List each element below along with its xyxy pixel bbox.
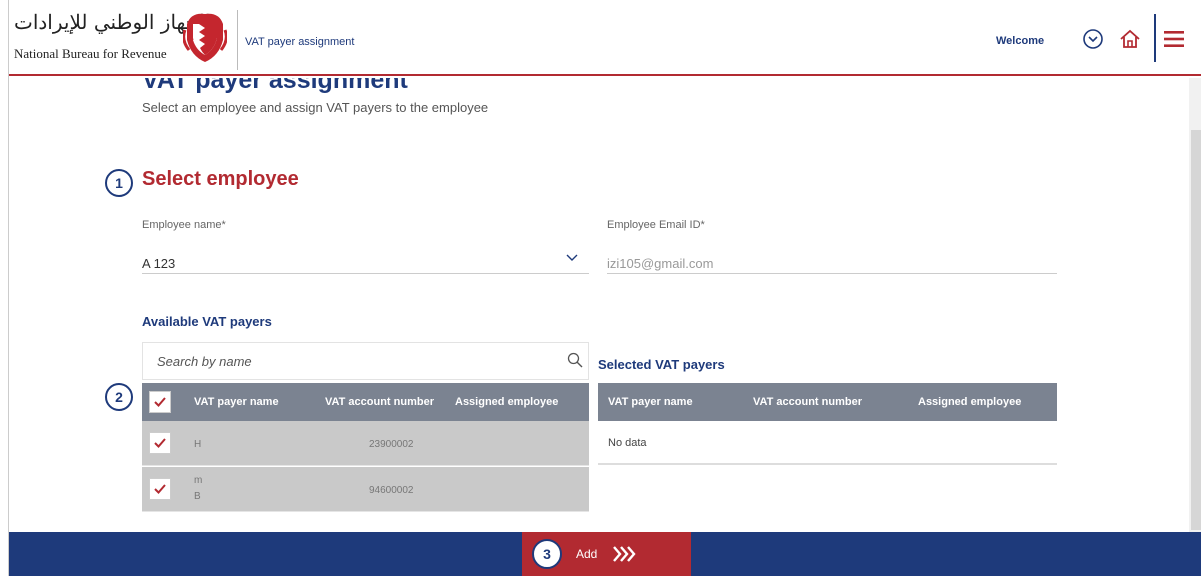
header-divider: [237, 10, 238, 70]
search-placeholder: Search by name: [157, 354, 252, 369]
employee-name-label: Employee name*: [142, 219, 226, 231]
logo-arabic-text: الجهاز الوطني للإيرادات: [14, 10, 211, 34]
selected-table-header: VAT payer name VAT account number Assign…: [598, 383, 1057, 421]
checkmark-icon: [154, 397, 166, 407]
checkmark-icon: [154, 484, 166, 494]
available-table-header: VAT payer name VAT account number Assign…: [142, 383, 589, 421]
column-header-vat-payer-name[interactable]: VAT payer name: [608, 396, 693, 408]
vat-account-number-cell: 94600002: [369, 485, 414, 496]
search-icon[interactable]: [567, 352, 583, 368]
select-all-checkbox[interactable]: [149, 391, 171, 413]
page-subtitle: Select an employee and assign VAT payers…: [142, 100, 489, 115]
logo-english-text: National Bureau for Revenue: [14, 46, 167, 61]
step-1-badge: 1: [105, 169, 133, 197]
chevron-down-icon[interactable]: [566, 253, 578, 263]
search-input[interactable]: Search by name: [142, 342, 589, 380]
table-row[interactable]: m B 94600002: [142, 467, 589, 512]
employee-email-label: Employee Email ID*: [607, 219, 705, 231]
no-data-text: No data: [608, 437, 647, 449]
header: الجهاز الوطني للإيرادات National Bureau …: [9, 0, 1201, 76]
row-checkbox[interactable]: [149, 432, 171, 454]
vat-account-number-cell: 23900002: [369, 439, 414, 450]
column-header-vat-account-number[interactable]: VAT account number: [325, 396, 434, 408]
chevron-circle-icon[interactable]: [1081, 27, 1105, 51]
emblem-icon: [183, 13, 227, 62]
vat-payer-name-cell: H: [194, 439, 202, 450]
table-row[interactable]: H 23900002: [142, 421, 589, 466]
add-button-label: Add: [576, 547, 598, 561]
hamburger-menu-icon[interactable]: [1162, 27, 1186, 51]
employee-email-underline: [607, 273, 1057, 274]
row-checkbox[interactable]: [149, 478, 171, 500]
column-header-assigned-employee[interactable]: Assigned employee: [918, 396, 1021, 408]
welcome-text: Welcome: [996, 35, 1045, 47]
page-title: VAT payer assignment: [142, 78, 408, 94]
selected-table-body: No data: [598, 421, 1057, 465]
select-employee-heading: Select employee: [142, 168, 299, 190]
column-header-vat-account-number[interactable]: VAT account number: [753, 396, 862, 408]
vat-payer-name-cell: m: [194, 475, 203, 486]
selected-vat-payers-heading: Selected VAT payers: [598, 357, 725, 372]
home-icon[interactable]: [1118, 27, 1142, 51]
add-button[interactable]: 3 Add: [522, 532, 691, 576]
header-page-name: VAT payer assignment: [245, 36, 355, 48]
scrollbar-thumb[interactable]: [1191, 130, 1201, 530]
employee-name-underline: [142, 273, 589, 274]
employee-name-select[interactable]: A 123: [142, 256, 175, 271]
main-content: VAT payer assignment Select an employee …: [9, 78, 1189, 532]
column-header-assigned-employee[interactable]: Assigned employee: [455, 396, 558, 408]
employee-email-field[interactable]: izi105@gmail.com: [607, 256, 713, 271]
app-frame: الجهاز الوطني للإيرادات National Bureau …: [8, 0, 1201, 576]
step-3-badge: 3: [532, 539, 562, 569]
checkmark-icon: [154, 438, 166, 448]
step-2-badge: 2: [105, 383, 133, 411]
vat-payer-name-cell-line2: B: [194, 491, 201, 502]
column-header-vat-payer-name[interactable]: VAT payer name: [194, 396, 279, 408]
menu-divider: [1154, 14, 1156, 62]
double-chevron-right-icon: [613, 546, 636, 562]
available-vat-payers-heading: Available VAT payers: [142, 314, 272, 329]
footer-bar: 3 Add: [9, 532, 1201, 576]
